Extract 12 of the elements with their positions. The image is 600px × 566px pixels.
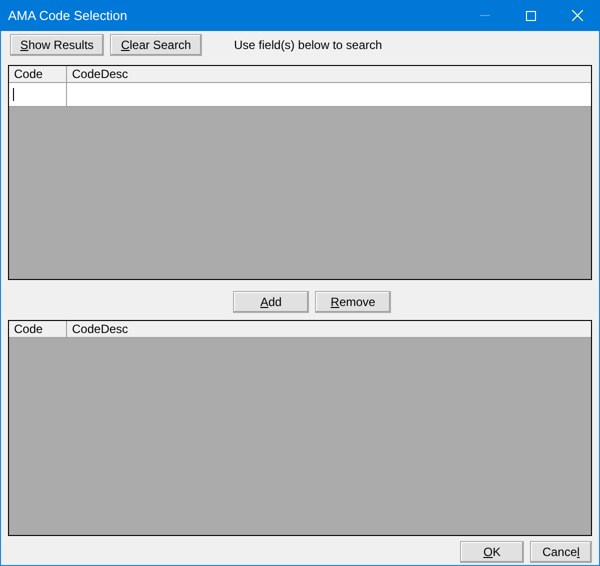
grid-action-button[interactable]: Remove — [315, 291, 391, 313]
dialog-button[interactable]: OK — [460, 541, 524, 563]
search-hint: Use field(s) below to search — [234, 38, 382, 52]
grid-action-button[interactable]: Add — [233, 291, 309, 313]
toolbar-button[interactable]: Show Results — [10, 34, 104, 56]
dialog-button[interactable]: Cancel — [530, 541, 592, 563]
column-header[interactable]: CodeDesc — [67, 321, 591, 337]
window-title: AMA Code Selection — [8, 8, 128, 23]
column-header[interactable]: CodeDesc — [67, 66, 591, 82]
column-header[interactable]: Code — [9, 66, 67, 82]
column-header[interactable]: Code — [9, 321, 67, 337]
toolbar-button[interactable]: Clear Search — [110, 34, 202, 56]
